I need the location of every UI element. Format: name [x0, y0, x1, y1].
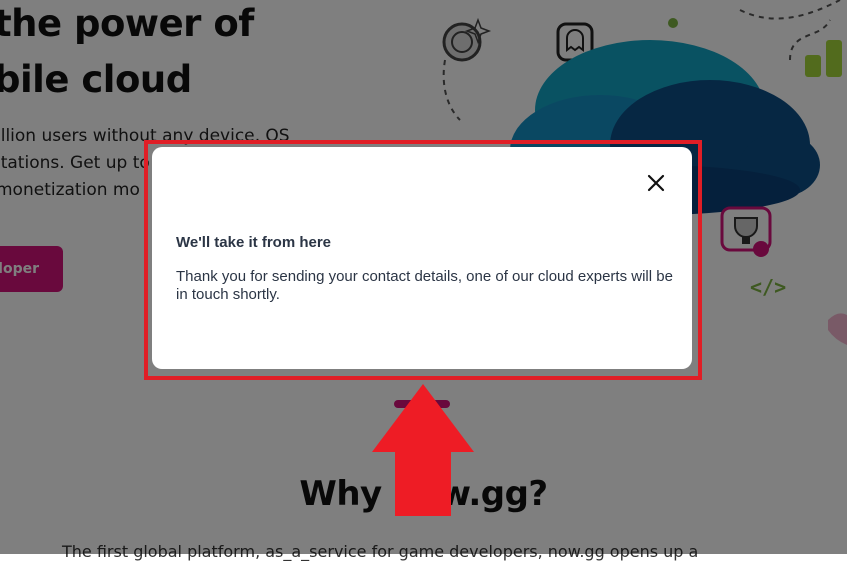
close-icon[interactable] — [644, 171, 668, 195]
confirmation-dialog: We'll take it from here Thank you for se… — [152, 147, 692, 369]
annotation-up-arrow-icon — [372, 384, 474, 516]
dialog-heading: We'll take it from here — [176, 234, 332, 251]
dialog-message: Thank you for sending your contact detai… — [176, 268, 673, 303]
